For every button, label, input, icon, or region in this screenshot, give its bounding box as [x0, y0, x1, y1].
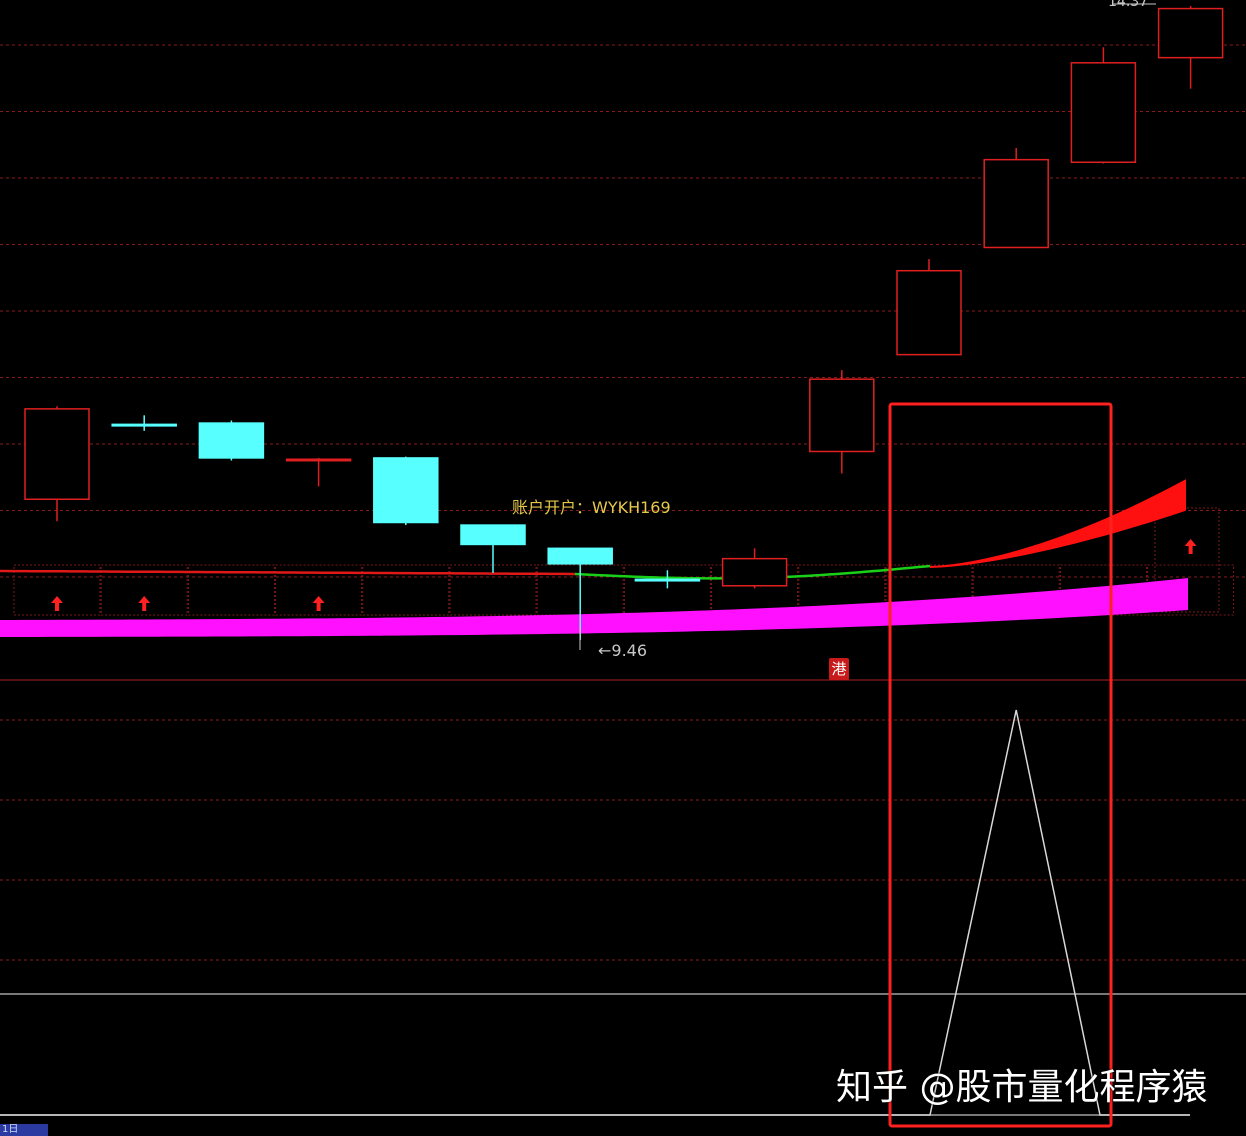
watermark: 知乎 @股市量化程序猿 — [836, 1067, 1208, 1108]
candle-body — [896, 269, 962, 356]
candle-body — [983, 158, 1049, 249]
up-arrow-icon — [1184, 539, 1197, 554]
candle-body — [809, 378, 875, 453]
candle-body — [24, 408, 90, 501]
period-tab[interactable]: 1日 — [0, 1124, 48, 1136]
low-price-label: ←9.46 — [598, 641, 648, 660]
candle-body — [634, 578, 701, 582]
high-price-label: 14.37 — [1108, 0, 1149, 10]
upper-band — [930, 479, 1186, 568]
port-badge: 港 — [829, 658, 849, 680]
candle-body — [460, 524, 526, 546]
candle-body — [547, 547, 613, 565]
highlight-box — [888, 402, 1113, 1128]
candle-body — [1157, 7, 1224, 59]
trend-line-red — [0, 569, 575, 576]
candle-body — [373, 457, 439, 524]
candle-body — [721, 557, 788, 587]
candle-body — [285, 458, 352, 462]
up-arrow-icon — [312, 596, 325, 611]
up-arrow-icon — [138, 596, 151, 611]
up-arrow-icon — [51, 596, 63, 611]
account-annotation: 账户开户：WYKH169 — [512, 498, 671, 517]
candle-body — [111, 423, 177, 427]
indicator-line — [0, 709, 1190, 1116]
candle-body — [1070, 62, 1137, 163]
kline-chart — [0, 3, 1246, 1128]
lower-band — [0, 578, 1188, 637]
candle-body — [198, 422, 265, 459]
